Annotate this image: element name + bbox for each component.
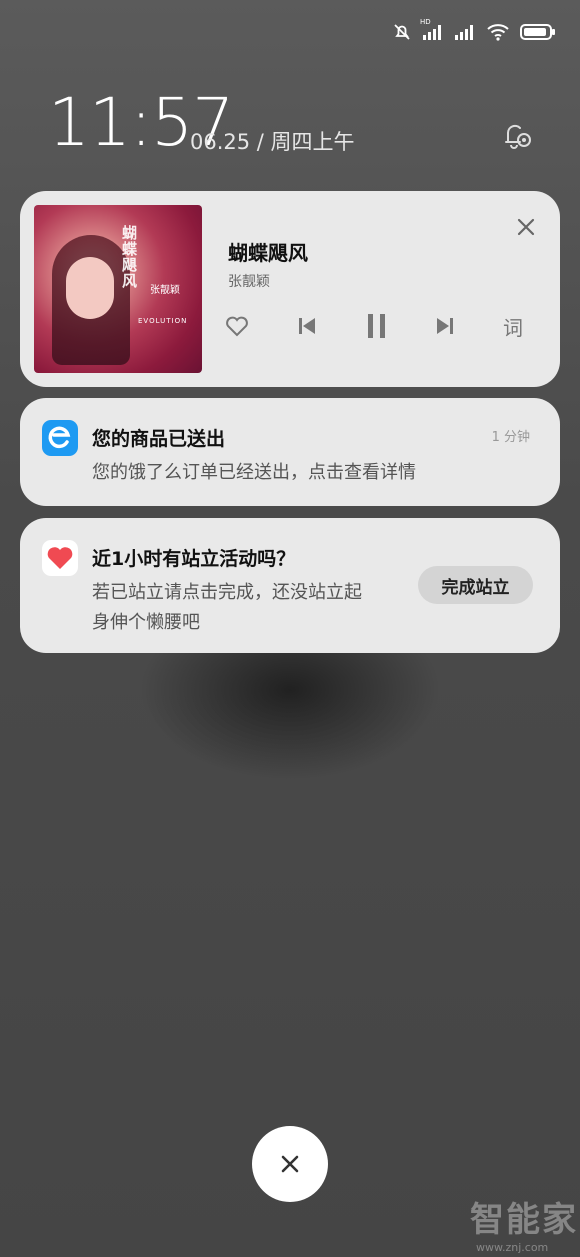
notification-body-line: 若已站立请点击完成，还没站立起: [92, 582, 362, 603]
close-icon: [281, 1155, 299, 1173]
pause-button[interactable]: [360, 309, 394, 343]
battery-icon: [520, 24, 555, 40]
signal-hd-icon: HD: [420, 18, 444, 40]
network-badge: HD: [420, 18, 431, 26]
cover-artist-text: 张靓颖: [150, 285, 180, 296]
watermark: 智能家 www.znj.com: [470, 1192, 578, 1254]
next-button[interactable]: [428, 309, 462, 343]
clock-date: 06.25 / 周四上午: [190, 130, 355, 154]
pause-icon: [368, 314, 385, 338]
close-player-button[interactable]: [514, 215, 538, 239]
notification-body-line: 身伸个懒腰吧: [92, 612, 200, 633]
complete-standing-button[interactable]: 完成站立: [418, 566, 533, 604]
notification-time: 1 分钟: [491, 430, 530, 445]
mute-icon: [394, 24, 410, 40]
health-app-icon: [42, 540, 78, 576]
music-player-card[interactable]: 蝴蝶飓风 张靓颖 EVOLUTION 蝴蝶飓风 张靓颖 词: [20, 191, 560, 387]
previous-button[interactable]: [290, 309, 324, 343]
favorite-button[interactable]: [220, 309, 254, 343]
skip-previous-icon: [299, 318, 315, 334]
wifi-icon: [487, 24, 509, 41]
signal-icon: [455, 25, 473, 40]
cover-vertical-title: 蝴蝶飓风: [122, 224, 138, 290]
song-artist: 张靓颖: [228, 274, 270, 290]
heart-icon: [226, 316, 248, 337]
cover-figure-face: [66, 257, 114, 319]
notification-settings-button[interactable]: [500, 118, 534, 156]
notification-stand-reminder[interactable]: 近1小时有站立活动吗？ 若已站立请点击完成，还没站立起 身伸个懒腰吧 完成站立: [20, 518, 560, 653]
watermark-url: www.znj.com: [476, 1241, 549, 1254]
bell-gear-icon: [505, 124, 531, 149]
notification-body: 若已站立请点击完成，还没站立起 身伸个懒腰吧: [92, 578, 362, 638]
watermark-brand: 智能家: [470, 1200, 578, 1240]
notification-body: 您的饿了么订单已经送出，点击查看详情: [92, 462, 416, 483]
eleme-app-icon: [42, 420, 78, 456]
notification-delivery[interactable]: 您的商品已送出 您的饿了么订单已经送出，点击查看详情 1 分钟: [20, 398, 560, 506]
playback-controls: 词: [220, 309, 540, 343]
lyrics-button[interactable]: 词: [496, 309, 530, 343]
notification-title: 您的商品已送出: [92, 428, 226, 450]
song-title: 蝴蝶飓风: [228, 241, 308, 265]
skip-next-icon: [437, 318, 453, 334]
notification-title: 近1小时有站立活动吗？: [92, 548, 296, 570]
cover-english-text: EVOLUTION: [138, 317, 188, 325]
album-cover[interactable]: 蝴蝶飓风 张靓颖 EVOLUTION: [34, 205, 202, 373]
status-bar: HD: [392, 18, 556, 42]
close-icon: [517, 218, 535, 236]
clear-all-button[interactable]: [252, 1126, 328, 1202]
